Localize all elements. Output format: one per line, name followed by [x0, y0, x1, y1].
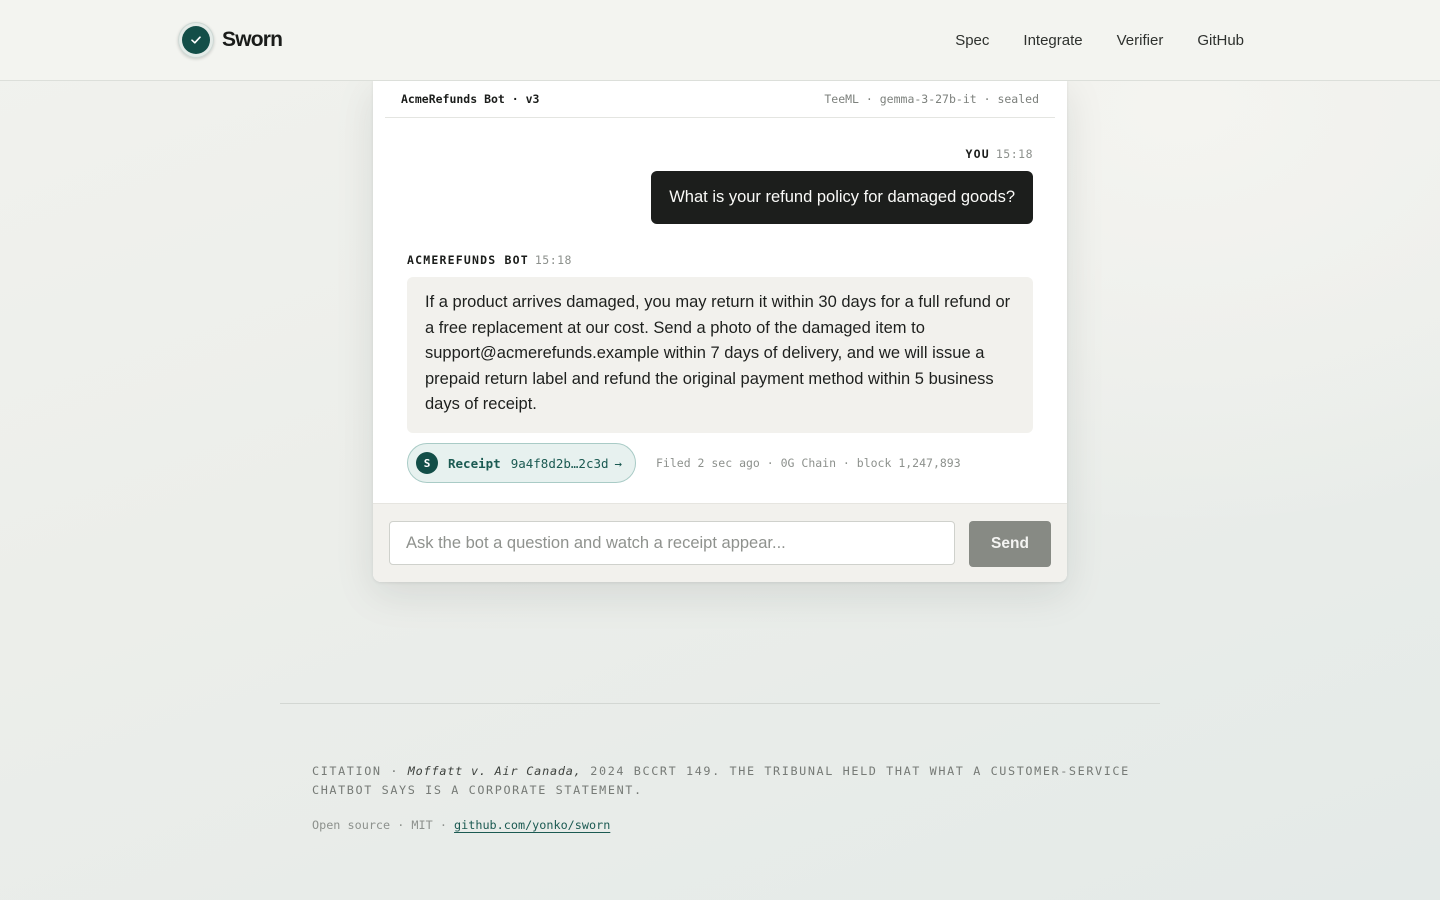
- receipt-filed-info: Filed 2 sec ago · 0G Chain · block 1,247…: [656, 456, 961, 470]
- user-message-meta: YOU 15:18: [966, 147, 1034, 161]
- license-text: Open source · MIT ·: [312, 818, 455, 832]
- receipt-label: Receipt: [448, 455, 501, 471]
- nav-link-integrate[interactable]: Integrate: [1023, 31, 1082, 51]
- model-info: TeeML · gemma-3-27b-it · sealed: [824, 92, 1039, 106]
- citation-prefix: Citation ·: [312, 764, 408, 778]
- receipt-button[interactable]: S Receipt 9a4f8d2b…2c3d →: [407, 443, 637, 483]
- nav-link-github[interactable]: GitHub: [1197, 31, 1244, 51]
- arrow-right-icon: →: [614, 455, 623, 471]
- bot-message-bubble: If a product arrives damaged, you may re…: [407, 277, 1033, 433]
- bot-title: AcmeRefunds Bot · v3: [401, 92, 540, 106]
- nav-link-spec[interactable]: Spec: [955, 31, 989, 51]
- chat-header: AcmeRefunds Bot · v3 TeeML · gemma-3-27b…: [385, 80, 1055, 118]
- top-navbar: Sworn Spec Integrate Verifier GitHub: [0, 0, 1440, 81]
- user-message-time: 15:18: [995, 147, 1033, 161]
- chat-input[interactable]: [389, 521, 955, 565]
- brand-name: Sworn: [222, 28, 283, 51]
- chat-card: AcmeRefunds Bot · v3 TeeML · gemma-3-27b…: [373, 80, 1067, 582]
- user-message-bubble: What is your refund policy for damaged g…: [651, 171, 1033, 224]
- receipt-hash: 9a4f8d2b…2c3d: [510, 455, 609, 471]
- bot-message-time: 15:18: [534, 253, 572, 267]
- github-repo-link[interactable]: github.com/yonko/sworn: [454, 818, 610, 832]
- footer-divider: [280, 703, 1160, 704]
- citation-case-name: Moffatt v. Air Canada,: [407, 764, 582, 778]
- footer-license: Open source · MIT · github.com/yonko/swo…: [312, 818, 610, 832]
- user-sender-label: YOU: [965, 147, 990, 161]
- brand-logo[interactable]: Sworn: [178, 22, 283, 58]
- legal-citation: Citation · Moffatt v. Air Canada, 2024 B…: [312, 762, 1132, 800]
- message-composer: Send: [373, 503, 1067, 582]
- bot-sender-label: ACMEREFUNDS BOT: [407, 253, 529, 267]
- nav-link-verifier[interactable]: Verifier: [1117, 31, 1164, 51]
- check-icon: [182, 26, 210, 54]
- logo-badge: [178, 22, 214, 58]
- bot-message-meta: ACMEREFUNDS BOT 15:18: [407, 253, 572, 267]
- main-nav: Spec Integrate Verifier GitHub: [921, 31, 1244, 51]
- send-button[interactable]: Send: [969, 521, 1051, 567]
- receipt-badge-icon: S: [416, 452, 438, 474]
